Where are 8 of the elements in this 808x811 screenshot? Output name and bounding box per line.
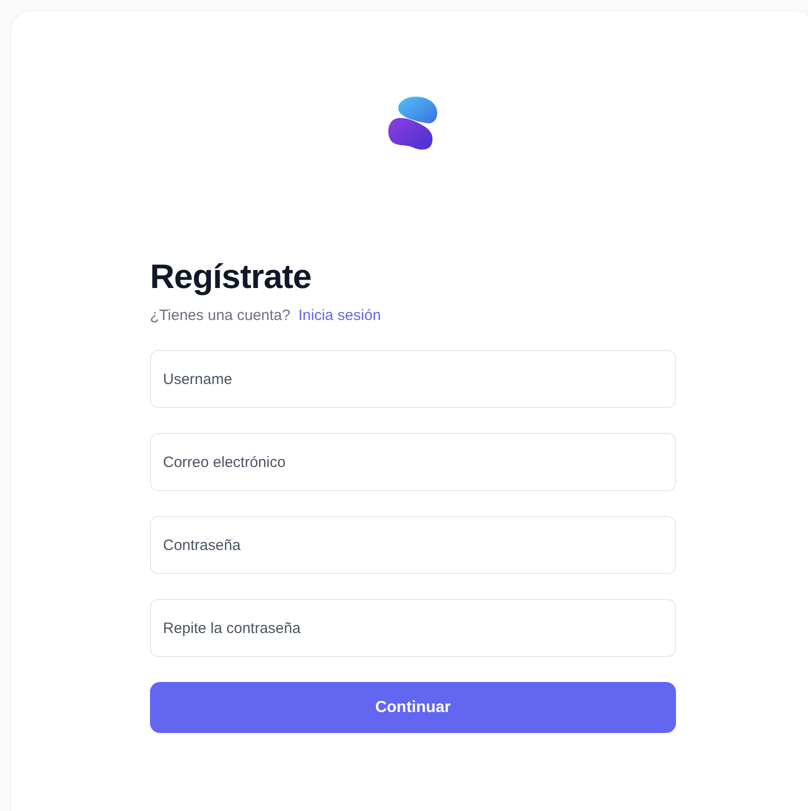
continue-button[interactable]: Continuar — [150, 682, 676, 733]
input-field[interactable]: Repite la contraseña — [150, 599, 676, 657]
page-title: Regístrate — [150, 257, 312, 297]
input-field[interactable]: Contraseña — [150, 516, 676, 574]
account-prompt: ¿Tienes una cuenta? — [150, 307, 290, 324]
input-field[interactable]: Username — [150, 350, 676, 408]
login-link[interactable]: Inicia sesión — [298, 307, 381, 324]
input-field[interactable]: Correo electrónico — [150, 433, 676, 491]
